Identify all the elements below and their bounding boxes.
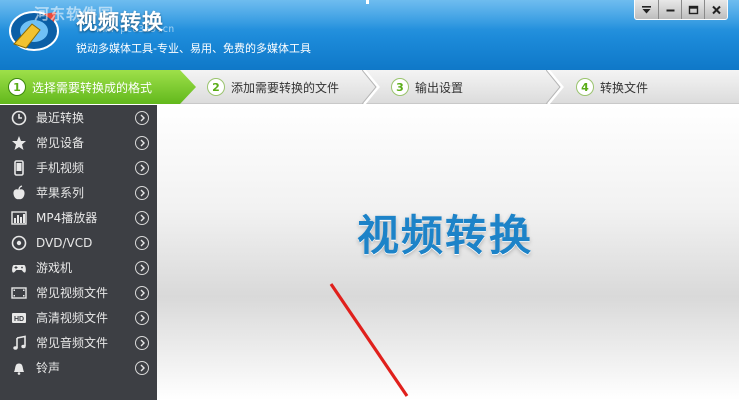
menu-icon (642, 5, 651, 13)
step-number: 4 (576, 78, 594, 96)
menu-button[interactable] (635, 0, 658, 19)
sidebar-item-label: 常见视频文件 (36, 286, 109, 300)
sidebar-item-game-console[interactable]: 游戏机 (0, 255, 157, 280)
music-icon (10, 334, 28, 352)
phone-icon (10, 159, 28, 177)
sidebar-item-ringtone[interactable]: 铃声 (0, 355, 157, 380)
chevron-right-icon (135, 210, 149, 225)
sidebar-item-label: 常见音频文件 (36, 336, 109, 350)
sidebar-item-label: 常见设备 (36, 136, 85, 150)
sidebar-item-label: 铃声 (36, 361, 61, 375)
step-label: 输出设置 (415, 80, 464, 95)
sidebar-item-mp4-player[interactable]: MP4播放器 (0, 205, 157, 230)
disc-icon (10, 234, 28, 252)
app-title: 视频转换 (76, 10, 164, 34)
main-panel: 视频转换 (157, 105, 739, 400)
clock-icon (10, 109, 28, 127)
sidebar-item-common-video[interactable]: 常见视频文件 (0, 280, 157, 305)
sidebar-item-label: MP4播放器 (36, 211, 98, 225)
sidebar-item-label: 最近转换 (36, 111, 85, 125)
chevron-right-icon (135, 310, 149, 325)
sidebar-item-common-devices[interactable]: 常见设备 (0, 130, 157, 155)
banner-title: 视频转换 (357, 211, 534, 260)
sidebar-item-label: 手机视频 (36, 161, 85, 175)
step-1-select-format[interactable]: 1 选择需要转换成的格式 (0, 70, 196, 104)
titlebar-mark (366, 0, 369, 4)
bell-icon (10, 359, 28, 377)
step-2-add-files[interactable]: 2 添加需要转换的文件 (207, 70, 339, 104)
chevron-right-icon (135, 135, 149, 150)
step-label: 选择需要转换成的格式 (32, 80, 153, 95)
step-3-output-settings[interactable]: 3 输出设置 (391, 70, 463, 104)
sidebar-item-label: 高清视频文件 (36, 311, 109, 325)
chevron-right-icon (135, 335, 149, 350)
sidebar-item-label: 苹果系列 (36, 186, 85, 200)
category-sidebar: 最近转换 常见设备 手机视频 苹果系列 MP4播放器 DVD/VCD 游戏机 常… (0, 105, 157, 400)
sidebar-item-label: DVD/VCD (36, 235, 93, 250)
step-4-convert-files[interactable]: 4 转换文件 (576, 70, 648, 104)
minimize-button[interactable] (658, 0, 681, 19)
annotation-arrow (329, 283, 409, 397)
sidebar-item-hd-video[interactable]: HD 高清视频文件 (0, 305, 157, 330)
step-separator (362, 70, 380, 104)
chevron-right-icon (135, 110, 149, 125)
chevron-right-icon (135, 185, 149, 200)
maximize-icon (688, 5, 698, 14)
chevron-right-icon (135, 160, 149, 175)
chevron-right-icon (135, 235, 149, 250)
apple-icon (10, 184, 28, 202)
sidebar-item-phone-video[interactable]: 手机视频 (0, 155, 157, 180)
star-icon (10, 134, 28, 152)
window-controls (634, 0, 728, 20)
step-number: 2 (207, 78, 225, 96)
film-icon (10, 284, 28, 302)
app-header: 河东软件园 www.pc0359.cn 视频转换 锐动多媒体工具-专业、易用、免… (0, 0, 739, 70)
svg-text:HD: HD (14, 316, 24, 323)
chevron-right-icon (135, 360, 149, 375)
minimize-icon (666, 9, 674, 11)
step-number: 3 (391, 78, 409, 96)
sidebar-item-common-audio[interactable]: 常见音频文件 (0, 330, 157, 355)
step-label: 转换文件 (600, 80, 649, 95)
app-subtitle: 锐动多媒体工具-专业、易用、免费的多媒体工具 (76, 42, 311, 55)
hd-icon: HD (10, 309, 28, 327)
step-number: 1 (8, 78, 26, 96)
steps-bar: 1 选择需要转换成的格式 2 添加需要转换的文件 3 输出设置 4 转换文件 (0, 70, 739, 104)
sidebar-item-dvd-vcd[interactable]: DVD/VCD (0, 230, 157, 255)
step-separator (546, 70, 564, 104)
chevron-right-icon (135, 260, 149, 275)
sidebar-item-recent[interactable]: 最近转换 (0, 105, 157, 130)
sidebar-item-label: 游戏机 (36, 261, 73, 275)
maximize-button[interactable] (681, 0, 704, 19)
close-button[interactable] (704, 0, 727, 19)
chevron-right-icon (135, 285, 149, 300)
mp4-player-icon (10, 209, 28, 227)
close-icon (711, 5, 721, 14)
sidebar-item-apple[interactable]: 苹果系列 (0, 180, 157, 205)
gamepad-icon (10, 259, 28, 277)
step-label: 添加需要转换的文件 (231, 80, 340, 95)
